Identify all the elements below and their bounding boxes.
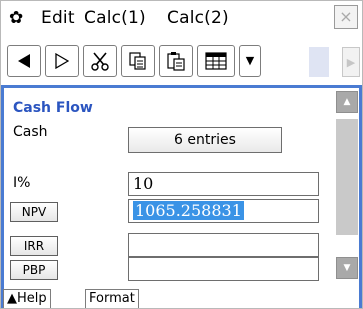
left-triangle-icon	[18, 54, 30, 68]
page-title: Cash Flow	[13, 100, 93, 116]
bottom-tabs: ▲Help Format	[1, 289, 362, 308]
toolbar: ▼ ▶	[1, 43, 362, 81]
tab-help[interactable]: ▲Help	[3, 289, 51, 308]
npv-value: 1065.258831	[133, 201, 244, 220]
close-button[interactable]: ×	[334, 5, 358, 29]
cash-flow-panel: Cash Flow Cash 6 entries I% 10 NPV 1065.…	[1, 85, 362, 308]
cash-entries-button[interactable]: 6 entries	[128, 127, 282, 153]
irr-button[interactable]: IRR	[10, 236, 58, 256]
copy-icon	[129, 52, 146, 70]
tab-format[interactable]: Format	[85, 289, 139, 308]
pbp-button[interactable]: PBP	[10, 260, 58, 280]
forward-arrow-button[interactable]	[45, 45, 79, 77]
rate-field[interactable]: 10	[128, 172, 319, 196]
right-triangle-outline-icon	[55, 53, 69, 69]
vertical-scrollbar[interactable]: ▲ ▼	[336, 91, 358, 279]
gear-icon[interactable]: ✿	[9, 9, 27, 27]
grid-button[interactable]	[197, 45, 235, 77]
scroll-up-button[interactable]: ▲	[336, 91, 358, 113]
npv-button[interactable]: NPV	[10, 202, 58, 222]
chevron-down-icon: ▼	[245, 54, 255, 67]
cut-button[interactable]	[83, 45, 117, 77]
toolbar-dropdown[interactable]: ▼	[239, 45, 261, 77]
npv-field[interactable]: 1065.258831	[128, 199, 319, 223]
scroll-down-button[interactable]: ▼	[336, 257, 358, 279]
irr-field[interactable]	[128, 233, 319, 257]
menu-calc2[interactable]: Calc(2)	[167, 8, 229, 28]
copy-button[interactable]	[121, 45, 155, 77]
grid-icon	[205, 52, 227, 70]
toolbar-scroll-right[interactable]: ▶	[342, 47, 360, 77]
pbp-field[interactable]	[128, 257, 319, 281]
scroll-thumb[interactable]	[336, 119, 358, 235]
menu-calc1[interactable]: Calc(1)	[84, 8, 146, 28]
cash-label: Cash	[13, 124, 48, 140]
menu-edit[interactable]: Edit	[41, 8, 75, 28]
toolbar-spacer	[309, 47, 329, 77]
scissors-icon	[91, 52, 109, 71]
back-arrow-button[interactable]	[7, 45, 41, 77]
paste-button[interactable]	[159, 45, 193, 77]
paste-icon	[167, 52, 185, 71]
rate-label: I%	[13, 175, 31, 191]
app-window: ✿ Edit Calc(1) Calc(2) × ▼ ▶ Cash Flow C…	[0, 0, 363, 309]
menu-bar: ✿ Edit Calc(1) Calc(2) ×	[1, 1, 362, 39]
